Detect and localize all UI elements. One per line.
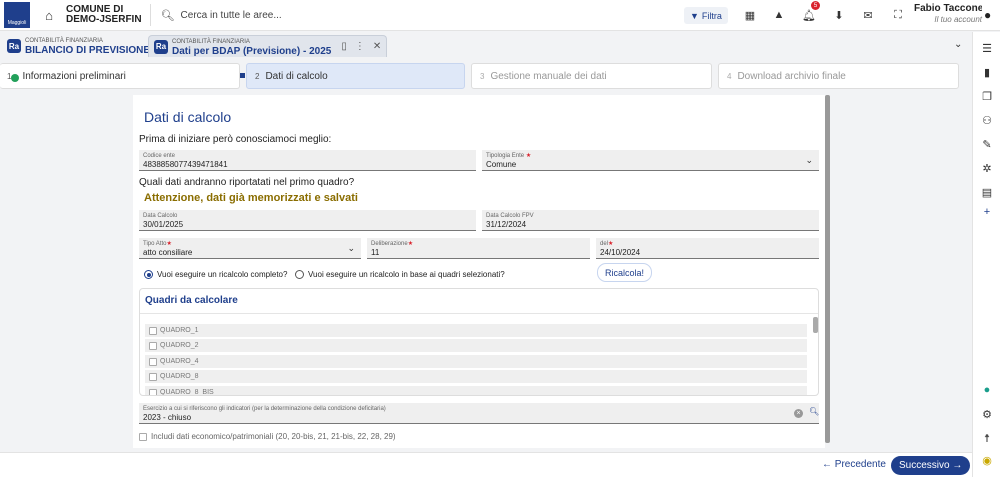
divider (149, 4, 151, 26)
footer-bar: ← Precedente Successivo → (0, 452, 972, 477)
list-item[interactable]: QUADRO_8_BIS (145, 386, 807, 395)
close-icon[interactable]: ✕ (373, 41, 381, 52)
module-icon: Ra (7, 39, 21, 53)
del-date-field[interactable]: del★ 24/10/2024 (596, 238, 819, 259)
checkbox[interactable] (149, 326, 157, 335)
question-text: Quali dati andranno riportatati nel prim… (139, 177, 355, 188)
codice-ente-field[interactable]: Codice ente 4838858077439471841 (139, 150, 476, 171)
download-icon[interactable]: ⬇ (830, 6, 848, 24)
ricalcola-button[interactable]: Ricalcola! (597, 263, 653, 282)
notification-badge: 5 (811, 1, 820, 10)
includi-dati-checkbox[interactable]: Includi dati economico/patrimoniali (20,… (139, 432, 396, 441)
previous-button[interactable]: ← Precedente (822, 459, 886, 470)
intro-text: Prima di iniziare però conosciamoci megl… (139, 134, 332, 145)
warning-message: Attenzione, dati già memorizzati e salva… (144, 192, 358, 204)
page-title: Dati di calcolo (144, 109, 232, 125)
step-dati-calcolo[interactable]: 2 Dati di calcolo (246, 63, 465, 89)
data-calcolo-field[interactable]: Data Calcolo 30/01/2025 (139, 210, 476, 231)
fullscreen-icon[interactable]: ⛶ (889, 6, 907, 24)
quadri-section: Quadri da calcolare QUADRO_1 QUADRO_2 QU… (139, 288, 819, 396)
home-icon[interactable]: ⌂ (40, 8, 58, 23)
add-icon[interactable]: + (973, 206, 1000, 218)
more-vert-icon[interactable]: ⋮ (355, 41, 365, 52)
user-name: Fabio Tacconelli (914, 3, 982, 14)
radio-ricalcolo-completo[interactable]: Vuoi eseguire un ricalcolo completo? (144, 270, 287, 279)
module-icon: Ra (154, 39, 168, 54)
network-icon[interactable]: ✲ (973, 162, 1000, 175)
warning-icon[interactable]: ▲ (770, 6, 788, 24)
step-download-archivio[interactable]: 4 Download archivio finale (718, 63, 959, 89)
accessibility-icon[interactable]: ☨ (973, 432, 1000, 445)
filter-button[interactable]: ▼ Filtra (684, 7, 728, 24)
apps-grid-icon[interactable]: ▦ (741, 6, 759, 24)
chevron-down-icon: ⌄ (805, 155, 813, 165)
radio-ricalcolo-quadri[interactable]: Vuoi eseguire un ricalcolo in base ai qu… (295, 270, 505, 279)
users-icon[interactable]: ⚇ (973, 114, 1000, 127)
search-icon[interactable]: 🔍︎ (809, 407, 819, 416)
panel-scrollbar[interactable] (825, 95, 830, 443)
tipologia-ente-select[interactable]: Tipologia Ente ★ Comune ⌄ (482, 150, 819, 171)
form-panel: Dati di calcolo Prima di iniziare però c… (133, 95, 825, 448)
list-item[interactable]: QUADRO_8 (145, 370, 807, 383)
calculator-icon[interactable]: ▤ (973, 186, 1000, 199)
next-button[interactable]: Successivo → (891, 456, 971, 475)
user-avatar-icon[interactable]: ● (984, 8, 991, 22)
top-bar: Maggioli ⌂ COMUNE DI DEMO-JSERFIN 🔍︎ (0, 0, 1000, 31)
step-indicator (240, 73, 245, 78)
checkbox[interactable] (149, 341, 157, 350)
copy-icon[interactable]: ❐ (973, 90, 1000, 103)
tools-icon[interactable]: ✎ (973, 138, 1000, 151)
checkbox[interactable] (149, 372, 157, 381)
location-icon[interactable]: ● (973, 384, 1000, 396)
checkbox[interactable] (149, 357, 157, 366)
right-toolbar: ☰ ▮ ❐ ⚇ ✎ ✲ ▤ + ● ⚙ ☨ ◉ (972, 32, 1000, 477)
chevron-down-icon[interactable]: ⌄ (954, 39, 962, 50)
quadri-title: Quadri da calcolare (145, 295, 238, 306)
check-icon (11, 73, 20, 82)
list-scrollbar[interactable] (813, 317, 818, 333)
filter-icon: ▼ (690, 10, 699, 21)
user-account[interactable]: Fabio Tacconelli Il tuo account (914, 3, 982, 25)
tab-dati-bdap[interactable]: Ra CONTABILITÀ FINANZIARIA Dati per BDAP … (148, 35, 388, 57)
book-icon[interactable]: ▮ (973, 66, 1000, 79)
clear-icon[interactable]: × (794, 409, 803, 418)
wizard-stepper: 1 Informazioni preliminari 2 Dati di cal… (0, 60, 972, 90)
help-icon[interactable]: ◉ (973, 454, 1000, 467)
global-search-input[interactable] (180, 9, 581, 21)
tab-bilancio-previsione[interactable]: Ra CONTABILITÀ FINANZIARIA BILANCIO DI PR… (2, 35, 171, 57)
gear-icon[interactable]: ⚙ (973, 408, 1000, 421)
organization-name[interactable]: COMUNE DI DEMO-JSERFIN (66, 5, 142, 25)
tab-bar: Ra CONTABILITÀ FINANZIARIA BILANCIO DI PR… (0, 32, 972, 58)
list-item[interactable]: QUADRO_4 (145, 355, 807, 368)
step-informazioni-preliminari[interactable]: 1 Informazioni preliminari (0, 63, 240, 89)
search-icon: 🔍︎ (160, 9, 175, 22)
chevron-down-icon: ⌄ (347, 243, 355, 253)
bookmark-icon[interactable]: ▯ (341, 41, 347, 52)
list-item[interactable]: QUADRO_2 (145, 339, 807, 352)
esercizio-field[interactable]: Esercizio a cui si riferiscono gli indic… (139, 403, 819, 424)
maggioli-logo: Maggioli (4, 2, 30, 28)
list-item[interactable]: QUADRO_1 (145, 324, 807, 337)
list-icon[interactable]: ☰ (973, 42, 1000, 55)
deliberazione-field[interactable]: Deliberazione★ 11 (367, 238, 590, 259)
step-gestione-manuale[interactable]: 3 Gestione manuale dei dati (471, 63, 712, 89)
checkbox[interactable] (149, 388, 157, 395)
data-calcolo-fpv-field[interactable]: Data Calcolo FPV 31/12/2024 (482, 210, 819, 231)
user-role: Il tuo account (934, 15, 982, 24)
mail-icon[interactable]: ✉ (859, 6, 877, 24)
tipo-atto-select[interactable]: Tipo Atto★ atto consiliare ⌄ (139, 238, 361, 259)
